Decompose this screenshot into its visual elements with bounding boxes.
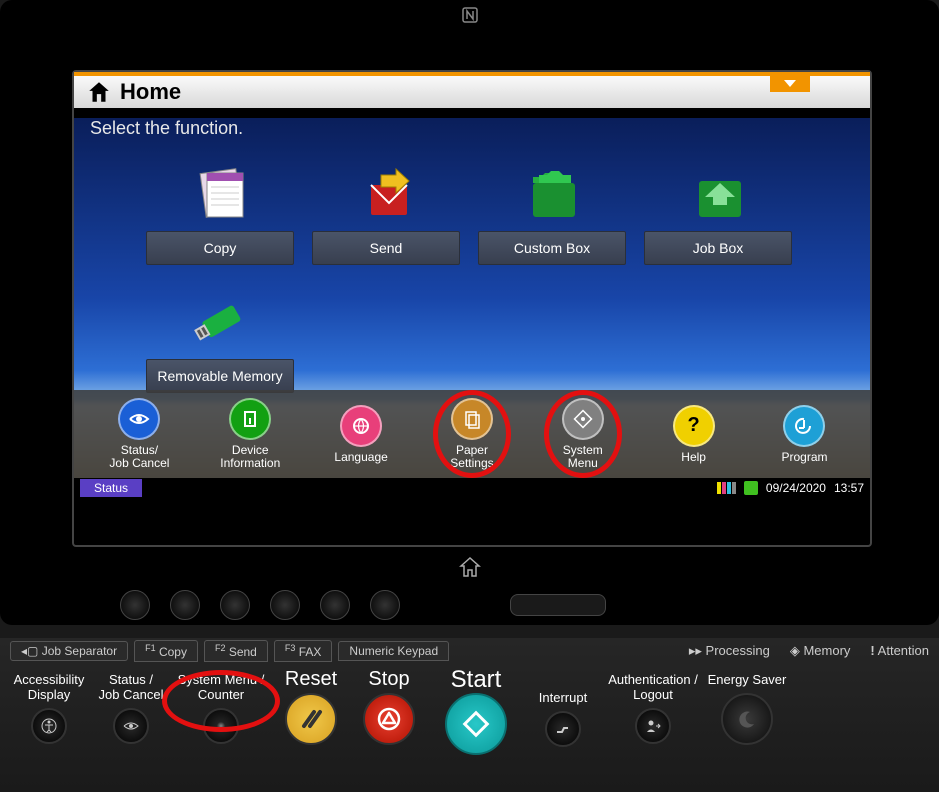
send-button[interactable]: Send: [312, 231, 460, 265]
f2-send-tab[interactable]: F2 Send: [204, 640, 268, 662]
hw-round-button-6[interactable]: [370, 590, 400, 620]
help-icon: ?: [673, 405, 715, 447]
start-diamond-icon: [458, 706, 494, 742]
status-tab[interactable]: Status: [80, 479, 142, 497]
f1-copy-tab[interactable]: F1 Copy: [134, 640, 198, 662]
control-panel: ◂▢ Job Separator F1 Copy F2 Send F3 FAX …: [0, 638, 939, 792]
f3-fax-tab[interactable]: F3 FAX: [274, 640, 333, 662]
energy-saver-button[interactable]: Energy Saver: [707, 672, 787, 745]
hw-round-button-5[interactable]: [320, 590, 350, 620]
status-job-cancel-button[interactable]: Status /Job Cancel: [95, 672, 167, 744]
reset-button[interactable]: Reset: [275, 672, 347, 745]
annotation-circle: [162, 670, 280, 732]
accessibility-display-button[interactable]: Accessibility Display: [9, 672, 89, 744]
status-bar: Status 09/24/2020 13:57: [74, 478, 870, 498]
chevron-down-icon: [784, 80, 796, 88]
accessibility-icon: [40, 717, 58, 735]
custom-box-icon: [478, 155, 626, 231]
copy-button[interactable]: Copy: [146, 231, 294, 265]
paper-icon: [462, 409, 482, 429]
eye-icon: [122, 717, 140, 735]
shortcut-row: Status/ Job Cancel Device Information La…: [74, 390, 870, 478]
shortcut-help[interactable]: ? Help: [649, 405, 739, 464]
removable-memory-button[interactable]: Removable Memory: [146, 359, 294, 393]
status-time: 13:57: [834, 481, 864, 495]
stop-icon: [374, 704, 404, 734]
shortcut-program[interactable]: Program: [759, 405, 849, 464]
start-button[interactable]: Start: [431, 672, 521, 755]
shortcut-system-menu[interactable]: System Menu: [538, 398, 628, 470]
copy-icon: [146, 155, 294, 231]
header-dropdown-button[interactable]: [770, 76, 810, 92]
program-icon: [794, 416, 814, 436]
numeric-keypad-tab[interactable]: Numeric Keypad: [338, 641, 449, 661]
status-date: 09/24/2020: [766, 481, 826, 495]
reset-slash-icon: [296, 704, 326, 734]
touchscreen: Home Select the function. Copy Send: [72, 70, 872, 547]
send-icon: [312, 155, 460, 231]
shortcut-device-information[interactable]: Device Information: [205, 398, 295, 470]
moon-icon: [734, 706, 760, 732]
hw-round-button-3[interactable]: [220, 590, 250, 620]
authentication-logout-button[interactable]: Authentication /Logout: [605, 672, 701, 744]
shortcut-paper-settings[interactable]: Paper Settings: [427, 398, 517, 470]
gear-icon: [573, 409, 593, 429]
shortcut-language[interactable]: Language: [316, 405, 406, 464]
status-led-icon: [744, 481, 758, 495]
interrupt-button[interactable]: Interrupt: [527, 690, 599, 747]
home-icon: [86, 79, 112, 105]
hw-round-button-2[interactable]: [170, 590, 200, 620]
logout-person-icon: [644, 717, 662, 735]
eye-icon: [128, 408, 150, 430]
hw-round-button-4[interactable]: [270, 590, 300, 620]
memory-indicator: ◈ Memory: [790, 643, 851, 659]
hw-round-button-1[interactable]: [120, 590, 150, 620]
language-icon: [350, 415, 372, 437]
job-separator-tab[interactable]: ◂▢ Job Separator: [10, 641, 128, 661]
instruction-text: Select the function.: [90, 118, 870, 139]
processing-indicator: ▸▸ Processing: [689, 643, 770, 659]
page-title: Home: [120, 79, 181, 105]
job-box-icon: [644, 155, 792, 231]
attention-indicator: ! Attention: [870, 643, 929, 659]
removable-memory-icon: [146, 283, 294, 359]
hw-pill-button[interactable]: [510, 594, 606, 616]
custom-box-button[interactable]: Custom Box: [478, 231, 626, 265]
nfc-icon: [460, 5, 480, 30]
header-bar: Home: [74, 72, 870, 108]
stop-button[interactable]: Stop: [353, 672, 425, 745]
system-menu-counter-button[interactable]: System Menu /Counter: [173, 672, 269, 744]
home-hardware-icon: [458, 555, 482, 584]
main-area: Select the function. Copy Send: [74, 118, 870, 478]
job-box-button[interactable]: Job Box: [644, 231, 792, 265]
toner-indicator: [717, 482, 736, 494]
interrupt-icon: [554, 720, 572, 738]
info-icon: [240, 409, 260, 429]
shortcut-status-job-cancel[interactable]: Status/ Job Cancel: [94, 398, 184, 470]
